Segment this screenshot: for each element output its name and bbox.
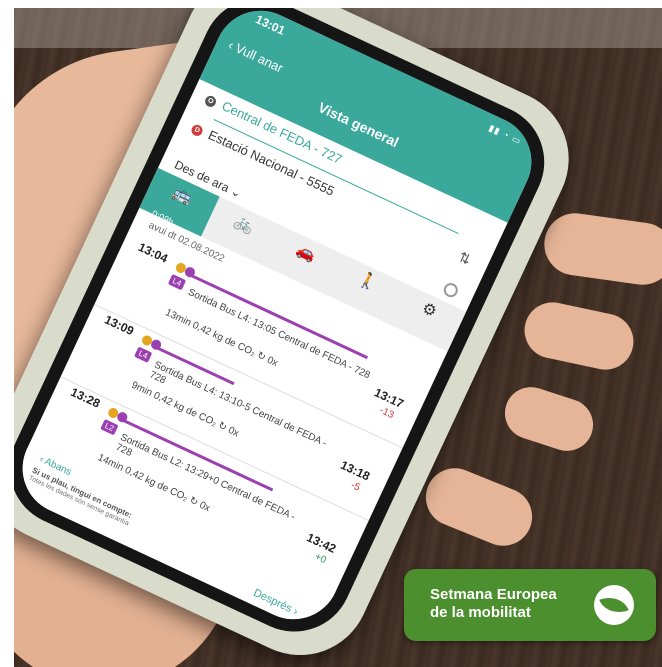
line-badge: L4 bbox=[134, 346, 153, 363]
badge-title: Setmana Europea bbox=[430, 586, 557, 603]
campaign-badge: Setmana Europea de la mobilitat bbox=[404, 569, 656, 641]
swap-icon[interactable]: ⇅ bbox=[456, 248, 473, 268]
back-button[interactable]: ‹ Vull anar bbox=[226, 37, 286, 75]
finger bbox=[540, 209, 662, 289]
phone: 13:01 ▮▮ ◔ ▭ ‹ Vull anar Vista general O… bbox=[14, 8, 592, 667]
destination-marker: D bbox=[189, 123, 205, 138]
location-icon[interactable] bbox=[441, 280, 461, 300]
delay: -5 bbox=[348, 479, 362, 494]
bike-icon: 🚲 bbox=[231, 212, 257, 237]
leaf-icon bbox=[594, 585, 634, 625]
car-icon: 🚗 bbox=[293, 241, 319, 265]
line-badge: L2 bbox=[100, 419, 119, 436]
leaf-shape bbox=[599, 591, 629, 619]
departure-time: 13:28 bbox=[68, 384, 103, 411]
departure-time: 13:09 bbox=[102, 312, 137, 339]
departure-time: 13:04 bbox=[136, 239, 170, 266]
bus-icon: 🚌 bbox=[170, 183, 196, 208]
back-label: Vull anar bbox=[233, 40, 286, 76]
status-icons: ▮▮ ◔ ▭ bbox=[487, 122, 524, 147]
badge-subtitle: de la mobilitat bbox=[430, 604, 531, 621]
origin-marker: O bbox=[203, 94, 218, 109]
walk-icon: 🚶 bbox=[354, 269, 381, 294]
settings-icon: ⚙ bbox=[419, 299, 440, 322]
line-badge: L4 bbox=[167, 274, 187, 291]
status-time: 13:01 bbox=[253, 12, 288, 38]
delay: +0 bbox=[312, 551, 328, 567]
